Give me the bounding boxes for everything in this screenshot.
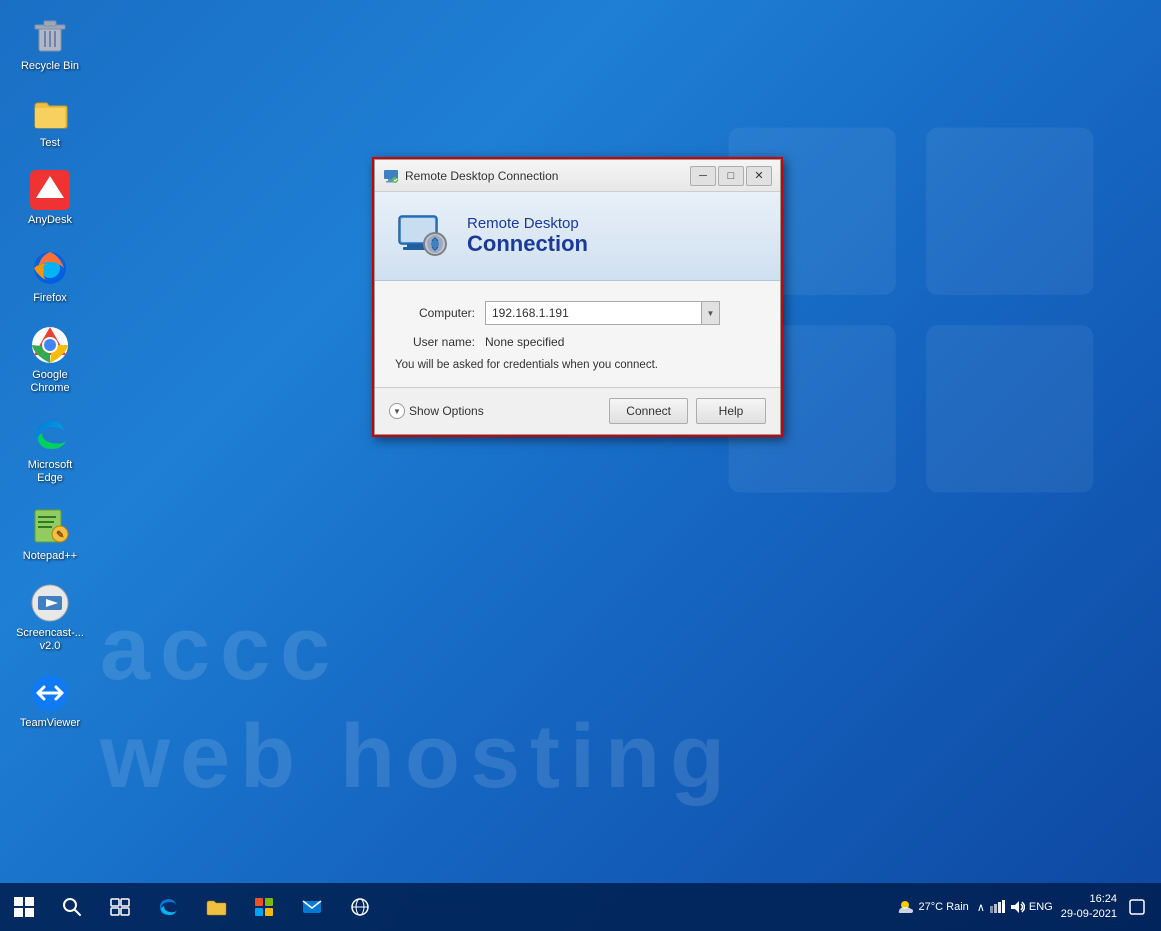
teamviewer-label: TeamViewer <box>20 717 80 730</box>
desktop-icon-firefox[interactable]: Firefox <box>10 242 90 311</box>
username-row: User name: None specified <box>395 335 760 349</box>
rdp-dialog-wrapper: Remote Desktop Connection ─ □ ✕ <box>372 157 783 437</box>
expand-tray-icon[interactable]: ∧ <box>977 901 985 914</box>
desktop-icons-area: Recycle Bin Test AnyDesk <box>10 10 90 736</box>
teamviewer-icon <box>30 673 70 713</box>
desktop-icon-google-chrome[interactable]: Google Chrome <box>10 319 90 401</box>
dialog-body: Computer: ▼ User name: None specified Yo… <box>375 281 780 387</box>
dialog-footer: ▼ Show Options Connect Help <box>375 387 780 434</box>
maximize-button[interactable]: □ <box>718 166 744 186</box>
username-value: None specified <box>485 335 564 349</box>
taskbar-edge-icon[interactable] <box>144 883 192 931</box>
taskbar-left <box>0 883 384 931</box>
taskbar-date: 29-09-2021 <box>1061 907 1117 922</box>
connect-button[interactable]: Connect <box>609 398 688 424</box>
desktop-icon-test[interactable]: Test <box>10 87 90 156</box>
username-label: User name: <box>395 335 485 349</box>
show-options-label: Show Options <box>409 404 484 418</box>
google-chrome-label: Google Chrome <box>14 369 86 395</box>
weather-text: 27°C Rain <box>919 901 969 913</box>
taskbar-taskview-icon[interactable] <box>96 883 144 931</box>
recycle-bin-label: Recycle Bin <box>21 60 79 73</box>
weather-icon <box>895 897 915 917</box>
windows-logo-icon <box>14 897 34 917</box>
dialog-header-line2: Connection <box>467 232 588 256</box>
language-indicator[interactable]: ENG <box>1029 901 1053 913</box>
taskbar: 27°C Rain ∧ ENG 16:24 29-09-2021 <box>0 883 1161 931</box>
google-chrome-icon <box>30 325 70 365</box>
show-options-icon: ▼ <box>389 403 405 419</box>
desktop-icon-recycle-bin[interactable]: Recycle Bin <box>10 10 90 79</box>
desktop-icon-notepadpp[interactable]: ✎ Notepad++ <box>10 500 90 569</box>
dialog-title-text: Remote Desktop Connection <box>405 169 558 183</box>
taskbar-store-icon[interactable] <box>240 883 288 931</box>
show-options-control[interactable]: ▼ Show Options <box>389 403 484 419</box>
computer-input[interactable] <box>486 306 701 320</box>
notepadpp-icon: ✎ <box>30 506 70 546</box>
computer-row: Computer: ▼ <box>395 301 760 325</box>
network-systray-icon[interactable] <box>989 899 1005 915</box>
credentials-note: You will be asked for credentials when y… <box>395 359 760 371</box>
titlebar-buttons: ─ □ ✕ <box>690 166 772 186</box>
taskbar-network-icon[interactable] <box>336 883 384 931</box>
computer-label: Computer: <box>395 306 485 320</box>
anydesk-icon <box>30 170 70 210</box>
taskbar-fileexplorer-icon[interactable] <box>192 883 240 931</box>
desktop-watermark: accc web hosting <box>100 595 1161 811</box>
rdp-title-icon <box>383 168 399 184</box>
dialog-header-line1: Remote Desktop <box>467 215 588 232</box>
taskbar-mail-icon[interactable] <box>288 883 336 931</box>
notepadpp-label: Notepad++ <box>23 550 77 563</box>
start-button[interactable] <box>0 883 48 931</box>
desktop-icon-teamviewer[interactable]: TeamViewer <box>10 667 90 736</box>
taskbar-right: 27°C Rain ∧ ENG 16:24 29-09-2021 <box>895 883 1161 931</box>
notification-button[interactable] <box>1125 883 1149 931</box>
microsoft-edge-icon <box>30 415 70 455</box>
taskbar-weather[interactable]: 27°C Rain <box>895 897 969 917</box>
rdp-dialog: Remote Desktop Connection ─ □ ✕ <box>374 159 781 435</box>
firefox-label: Firefox <box>33 292 67 305</box>
dialog-header: Remote Desktop Connection <box>375 192 780 281</box>
taskbar-time: 16:24 <box>1061 892 1117 907</box>
minimize-button[interactable]: ─ <box>690 166 716 186</box>
desktop-icon-screencast[interactable]: Screencast-... v2.0 <box>10 577 90 659</box>
taskbar-clock[interactable]: 16:24 29-09-2021 <box>1061 892 1117 923</box>
microsoft-edge-label: Microsoft Edge <box>14 459 86 485</box>
dialog-titlebar: Remote Desktop Connection ─ □ ✕ <box>375 160 780 192</box>
rdp-header-icon <box>395 208 451 264</box>
anydesk-label: AnyDesk <box>28 214 72 227</box>
test-folder-icon <box>30 93 70 133</box>
computer-dropdown-btn[interactable]: ▼ <box>701 302 719 324</box>
volume-systray-icon[interactable] <box>1009 899 1025 915</box>
footer-buttons: Connect Help <box>609 398 766 424</box>
help-button[interactable]: Help <box>696 398 766 424</box>
recycle-bin-icon <box>30 16 70 56</box>
desktop-icon-anydesk[interactable]: AnyDesk <box>10 164 90 233</box>
taskbar-search-icon[interactable] <box>48 883 96 931</box>
test-label: Test <box>40 137 60 150</box>
dialog-header-text: Remote Desktop Connection <box>467 215 588 256</box>
desktop-icon-microsoft-edge[interactable]: Microsoft Edge <box>10 409 90 491</box>
titlebar-left: Remote Desktop Connection <box>383 168 558 184</box>
computer-input-wrapper: ▼ <box>485 301 720 325</box>
close-button[interactable]: ✕ <box>746 166 772 186</box>
taskbar-systray: ∧ ENG <box>977 899 1053 915</box>
screencast-icon <box>30 583 70 623</box>
screencast-label: Screencast-... v2.0 <box>14 627 86 653</box>
svg-text:✎: ✎ <box>56 530 64 541</box>
firefox-icon <box>30 248 70 288</box>
